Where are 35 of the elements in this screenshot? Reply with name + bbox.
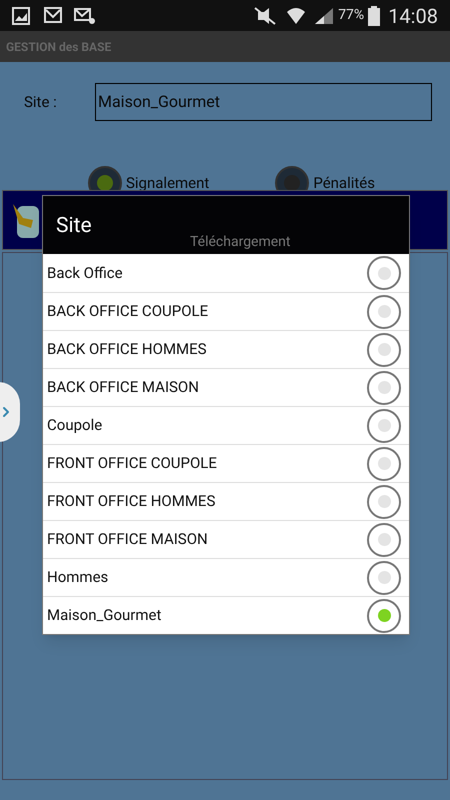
- radio-label[interactable]: Signalement: [126, 172, 210, 194]
- clock: 14:08: [388, 2, 438, 30]
- picture-notification-icon: [12, 6, 30, 24]
- radio-button[interactable]: [367, 370, 401, 404]
- radio-button[interactable]: [367, 408, 401, 442]
- site-option[interactable]: Back Office: [43, 254, 409, 292]
- radio-button[interactable]: [367, 294, 401, 328]
- radio-button[interactable]: [367, 560, 401, 594]
- radio-button[interactable]: [367, 484, 401, 518]
- site-option[interactable]: Hommes: [43, 558, 409, 596]
- radio-button[interactable]: [367, 522, 401, 556]
- mute-icon: [252, 6, 278, 24]
- site-label: Site :: [24, 92, 58, 113]
- site-option[interactable]: Maison_Gourmet: [43, 596, 409, 634]
- radio-button[interactable]: [367, 256, 401, 290]
- wifi-icon: [286, 6, 306, 26]
- site-option[interactable]: Coupole: [43, 406, 409, 444]
- site-option[interactable]: FRONT OFFICE MAISON: [43, 520, 409, 558]
- mail-icon: [74, 6, 96, 24]
- battery-percentage: 77%: [338, 6, 364, 25]
- site-option[interactable]: BACK OFFICE MAISON: [43, 368, 409, 406]
- site-option[interactable]: BACK OFFICE HOMMES: [43, 330, 409, 368]
- site-option[interactable]: BACK OFFICE COUPOLE: [43, 292, 409, 330]
- site-option[interactable]: FRONT OFFICE HOMMES: [43, 482, 409, 520]
- radio-button[interactable]: [367, 446, 401, 480]
- radio-button[interactable]: [367, 332, 401, 366]
- mail-icon: [42, 6, 62, 24]
- radio-button[interactable]: [367, 598, 401, 632]
- download-label: Téléchargement: [190, 233, 290, 252]
- radio-label[interactable]: Pénalités: [313, 172, 375, 194]
- dialog-title: Site: [56, 212, 92, 240]
- signal-icon: [314, 6, 334, 24]
- site-option[interactable]: FRONT OFFICE COUPOLE: [43, 444, 409, 482]
- site-field[interactable]: Maison_Gourmet: [95, 83, 432, 121]
- battery-icon: [368, 6, 380, 26]
